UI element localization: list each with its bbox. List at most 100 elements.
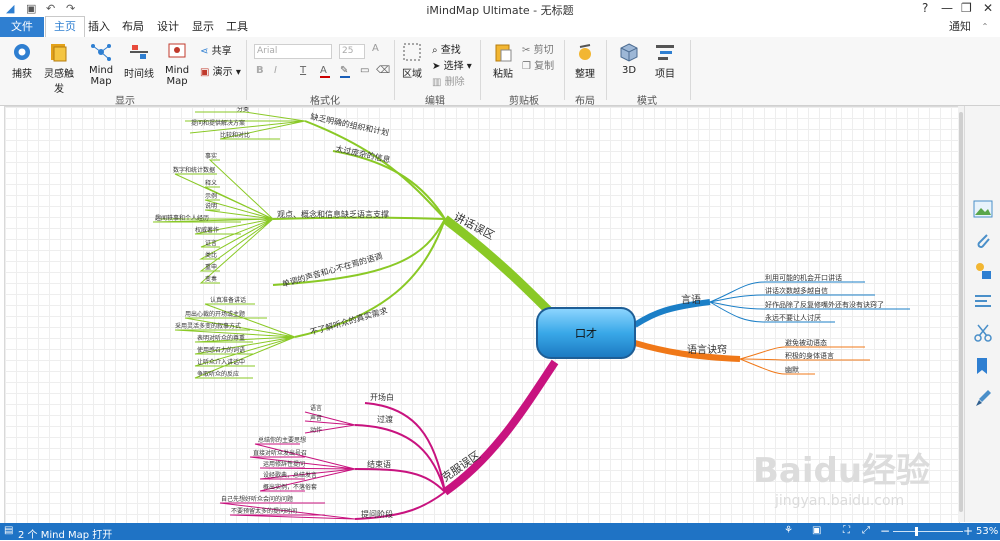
- leaf-label[interactable]: 运用修辞性提问: [263, 460, 305, 468]
- mindmap-button[interactable]: Mind Map: [80, 41, 122, 87]
- text-color-icon[interactable]: A: [320, 65, 330, 78]
- central-node-label[interactable]: 口才: [575, 326, 597, 340]
- arrange-button[interactable]: 整理: [572, 41, 598, 80]
- restore-icon[interactable]: ❐: [961, 1, 972, 15]
- tree-view-icon[interactable]: ⚘: [784, 525, 793, 536]
- zoom-in-icon[interactable]: +: [963, 524, 973, 538]
- leaf-label[interactable]: 分类: [237, 107, 249, 113]
- tab-display[interactable]: 显示: [188, 17, 218, 37]
- help-icon[interactable]: ?: [922, 1, 928, 15]
- topic-label[interactable]: 过渡: [377, 414, 393, 424]
- leaf-label[interactable]: 事实: [205, 152, 217, 160]
- brush-icon[interactable]: [973, 388, 993, 408]
- leaf-label[interactable]: 示例: [205, 192, 217, 200]
- tab-design[interactable]: 设计: [153, 17, 183, 37]
- font-size-field[interactable]: 25: [339, 44, 365, 59]
- close-icon[interactable]: ✕: [983, 1, 993, 15]
- leaf-label[interactable]: 采用灵活多变的叙事方式: [175, 322, 241, 330]
- branch-speaking-label[interactable]: 言语: [681, 293, 701, 306]
- fullscreen-icon[interactable]: ⛶: [843, 525, 850, 536]
- leaf-label[interactable]: 证言: [205, 239, 217, 247]
- project-button[interactable]: 项目: [652, 41, 678, 80]
- leaf-label[interactable]: 用出心裁的开场或主题: [185, 310, 245, 318]
- cut-button[interactable]: ✂ 剪切: [522, 41, 554, 56]
- select-area-button[interactable]: 区域: [399, 41, 425, 80]
- tab-file[interactable]: 文件: [0, 17, 44, 37]
- leaf-label[interactable]: 释义: [205, 179, 217, 187]
- leaf-label[interactable]: 认真准备讲话: [210, 296, 246, 304]
- vertical-scroll-thumb[interactable]: [959, 112, 963, 512]
- leaf-label[interactable]: 变奏: [205, 275, 217, 283]
- capture-button[interactable]: 捕获: [8, 41, 36, 80]
- topic-label[interactable]: 不了解听众的真实需求: [309, 305, 389, 337]
- expand-icon[interactable]: ⤢: [862, 525, 870, 536]
- leaf-label[interactable]: 积极的身体语言: [785, 351, 834, 360]
- leaf-label[interactable]: 直接对听众发出号召: [253, 449, 307, 457]
- topic-label[interactable]: 结束语: [367, 459, 391, 469]
- branch-language-tips-label[interactable]: 语言诀窍: [687, 343, 727, 356]
- leaf-label[interactable]: 争取听众的反应: [197, 370, 239, 378]
- leaf-label[interactable]: 使用感召力的词语: [197, 346, 245, 354]
- leaf-label[interactable]: 说明: [205, 202, 217, 210]
- leaf-label[interactable]: 让听众介入讲话中: [197, 358, 245, 366]
- list-icon[interactable]: [973, 292, 993, 312]
- view-3d-button[interactable]: 3D: [616, 41, 642, 76]
- timeline-button[interactable]: 时间线: [124, 41, 154, 80]
- leaf-label[interactable]: 比较和对比: [220, 131, 250, 139]
- minimize-icon[interactable]: —: [941, 1, 953, 15]
- leaf-label[interactable]: 语言: [310, 404, 322, 412]
- leaf-label[interactable]: 好作品除了反复修嘴外还有没有诀窍了: [765, 300, 884, 309]
- leaf-label[interactable]: 数字和统计数据: [173, 166, 215, 174]
- underline-icon[interactable]: T: [300, 65, 306, 76]
- tab-insert[interactable]: 插入: [84, 17, 114, 37]
- leaf-label[interactable]: 讲话次数越多越自信: [765, 286, 828, 295]
- topic-label[interactable]: 开场白: [370, 392, 394, 402]
- zoom-out-icon[interactable]: −: [880, 524, 890, 538]
- topic-label[interactable]: 太过庞杂的信息: [335, 143, 392, 164]
- leaf-label[interactable]: 利用可能的机会开口讲话: [765, 273, 842, 282]
- inspiration-button[interactable]: 灵感触发: [40, 41, 78, 95]
- clear-format-icon[interactable]: ⌫: [376, 65, 390, 76]
- zoom-slider-thumb[interactable]: [915, 527, 918, 536]
- tag-icon[interactable]: [973, 356, 993, 376]
- collapse-ribbon-icon[interactable]: ⌃: [978, 17, 992, 37]
- topic-label[interactable]: 单调的声音和心不在焉的语调: [281, 251, 384, 289]
- leaf-label[interactable]: 提问和提供解决方案: [191, 119, 245, 127]
- leaf-label[interactable]: 避免被动语态: [785, 338, 827, 347]
- leaf-label[interactable]: 声音: [310, 414, 322, 422]
- paste-button[interactable]: 粘贴: [490, 41, 516, 80]
- delete-button[interactable]: ▥ 删除: [432, 73, 465, 88]
- tab-layout[interactable]: 布局: [118, 17, 148, 37]
- leaf-label[interactable]: 类比: [205, 251, 217, 259]
- zoom-slider[interactable]: [893, 531, 963, 532]
- leaf-label[interactable]: 自己先想好听众会问的问题: [221, 495, 293, 503]
- mindmap2-button[interactable]: Mind Map: [156, 41, 198, 87]
- fill-color-icon[interactable]: ▭: [360, 65, 369, 76]
- italic-icon[interactable]: I: [274, 65, 277, 76]
- fit-view-icon[interactable]: ▣: [812, 525, 821, 536]
- tab-home[interactable]: 主页: [45, 16, 85, 39]
- shapes-icon[interactable]: [973, 261, 993, 281]
- highlight-icon[interactable]: ✎: [340, 65, 350, 78]
- bold-icon[interactable]: B: [256, 65, 264, 76]
- leaf-label[interactable]: 动作: [310, 426, 322, 434]
- open-maps-count[interactable]: 2 个 Mind Map 打开: [18, 526, 112, 541]
- topic-label[interactable]: 提问阶段: [361, 509, 393, 519]
- topic-label[interactable]: 缺乏明确的组织和计划: [310, 111, 390, 137]
- share-button[interactable]: ⋖ 共享: [200, 42, 232, 57]
- tab-tools[interactable]: 工具: [222, 17, 252, 37]
- branch-language-tips[interactable]: [634, 340, 870, 375]
- leaf-label[interactable]: 总结你的主要思想: [258, 436, 306, 444]
- attachment-icon[interactable]: [973, 230, 993, 250]
- font-name-field[interactable]: Arial: [254, 44, 332, 59]
- find-button[interactable]: ⌕ 查找: [432, 41, 461, 56]
- leaf-label[interactable]: 设经歌典，总结发言: [263, 471, 317, 479]
- scissors-icon[interactable]: [973, 323, 993, 343]
- copy-button[interactable]: ❐ 复制: [522, 57, 554, 72]
- image-icon[interactable]: [973, 199, 993, 219]
- leaf-label[interactable]: 表明对听众的尊重: [197, 334, 245, 342]
- leaf-label[interactable]: 不要预留太多的提问时间: [231, 507, 297, 515]
- leaf-label[interactable]: 永远不要让人讨厌: [765, 313, 821, 322]
- notify-button[interactable]: 通知: [940, 17, 980, 37]
- leaf-label[interactable]: 重申: [205, 263, 217, 271]
